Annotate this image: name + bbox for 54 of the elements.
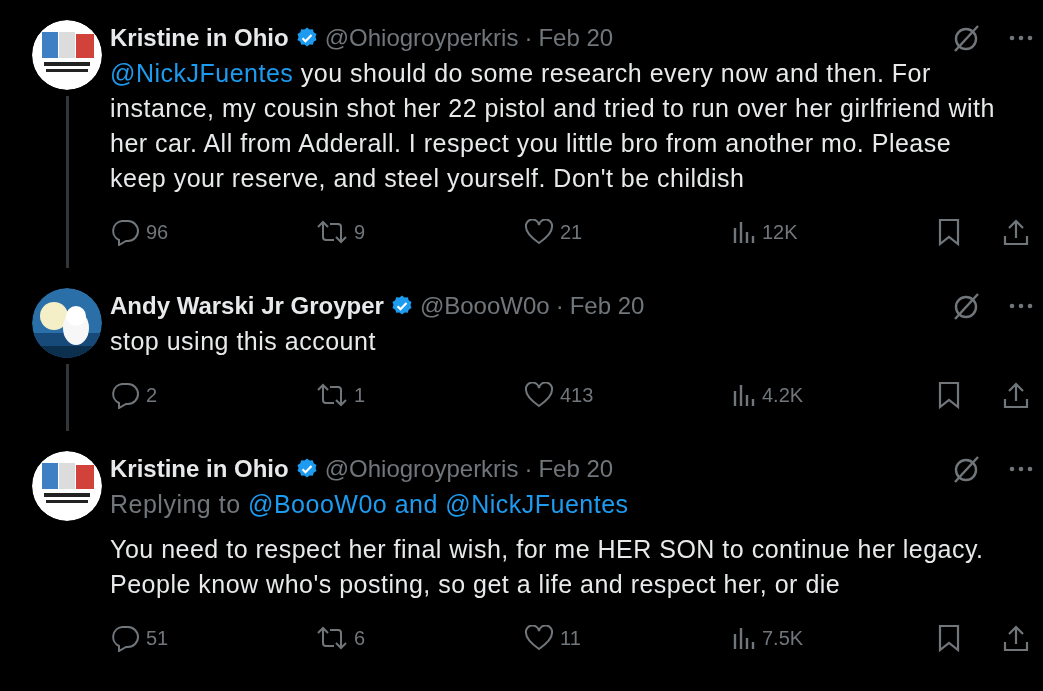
repost-icon [316, 382, 348, 408]
reply-icon [110, 624, 140, 652]
like-button[interactable]: 21 [524, 219, 732, 245]
separator: · [555, 292, 564, 320]
repost-icon [316, 625, 348, 651]
slashed-circle-icon[interactable] [951, 454, 981, 484]
views-button[interactable]: 12K [732, 220, 937, 244]
post-date[interactable]: Feb 20 [569, 292, 645, 320]
post-date[interactable]: Feb 20 [538, 455, 614, 483]
views-button[interactable]: 4.2K [732, 383, 937, 407]
heart-icon [524, 219, 554, 245]
reply-button[interactable]: 2 [110, 381, 316, 409]
like-button[interactable]: 413 [524, 382, 732, 408]
mention-link[interactable]: @NickJFuentes [110, 59, 294, 87]
share-icon [1003, 381, 1029, 409]
bar-chart-icon [732, 626, 756, 650]
mention-link[interactable]: @BoooW0o and @NickJFuentes [248, 490, 629, 518]
bookmark-icon [937, 381, 961, 409]
author-handle[interactable]: @Ohiogroyperkris [324, 24, 519, 52]
author-name[interactable]: Andy Warski Jr Groyper [110, 292, 384, 320]
views-button[interactable]: 7.5K [732, 626, 937, 650]
slashed-circle-icon[interactable] [951, 291, 981, 321]
heart-icon [524, 625, 554, 651]
repost-button[interactable]: 1 [316, 382, 524, 408]
reply-button[interactable]: 96 [110, 218, 316, 246]
reply-icon [110, 218, 140, 246]
bookmark-icon [937, 624, 961, 652]
reply-icon [110, 381, 140, 409]
more-icon[interactable] [1009, 466, 1033, 472]
bar-chart-icon [732, 383, 756, 407]
share-icon [1003, 624, 1029, 652]
post-date[interactable]: Feb 20 [538, 24, 614, 52]
separator: · [524, 24, 533, 52]
bookmark-icon [937, 218, 961, 246]
repost-button[interactable]: 9 [316, 219, 524, 245]
post-text: You need to respect her final wish, for me HER SON to continue her legacy. People know who's posting, so get a life and respect her, or die [110, 534, 985, 600]
separator: · [524, 455, 533, 483]
author-handle[interactable]: @Ohiogroyperkris [324, 455, 519, 483]
share-icon [1003, 218, 1029, 246]
author-name[interactable]: Kristine in Ohio [110, 24, 289, 52]
repost-button[interactable]: 6 [316, 625, 524, 651]
more-icon[interactable] [1009, 35, 1033, 41]
more-icon[interactable] [1009, 303, 1033, 309]
like-button[interactable]: 11 [524, 625, 732, 651]
slashed-circle-icon[interactable] [951, 23, 981, 53]
author-name[interactable]: Kristine in Ohio [110, 455, 289, 483]
post-text: stop using this account [110, 326, 377, 357]
repost-icon [316, 219, 348, 245]
heart-icon [524, 382, 554, 408]
post-text: @NickJFuentes you should do some research every now and then. For instance, my cousin shot her 22 pistol and tried to run over her girlfriend with her car. All from Adderall. I respect you little bro from another mo. Please keep your reserve, and steel yourself. Don't be childish [110, 58, 996, 194]
author-handle[interactable]: @BoooW0o [419, 292, 550, 320]
bar-chart-icon [732, 220, 756, 244]
reply-button[interactable]: 51 [110, 624, 316, 652]
replying-to-line: Replying to @BoooW0o and @NickJFuentes [110, 489, 630, 520]
